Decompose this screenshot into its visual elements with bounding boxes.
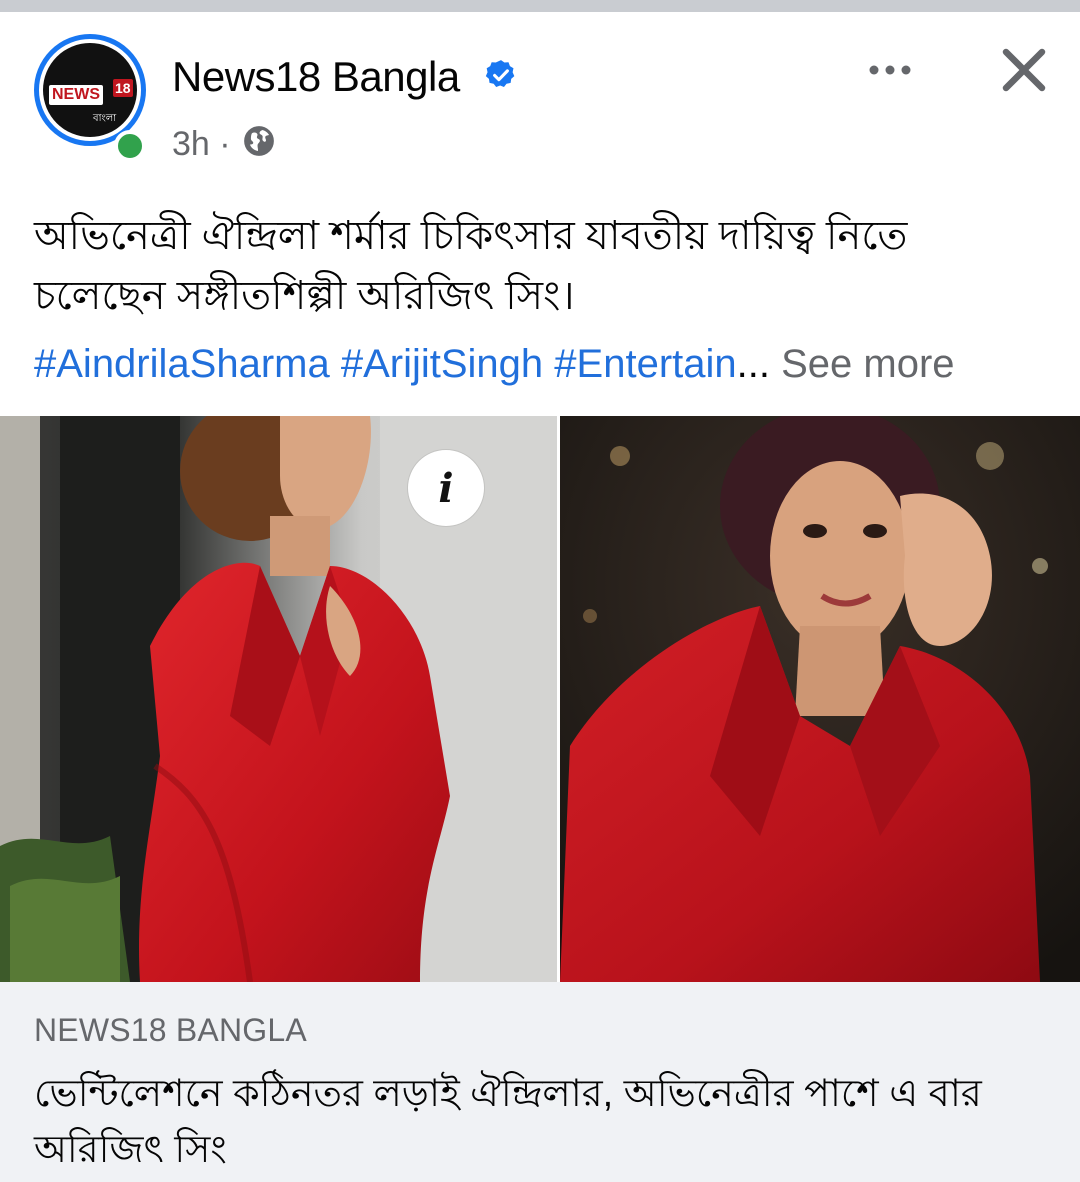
globe-icon[interactable] [242,124,276,158]
page-name[interactable]: News18 Bangla [172,52,460,102]
verified-badge-icon [485,60,515,88]
link-title[interactable]: ভেন্টিলেশনে কঠিনতর লড়াই ঐন্দ্রিলার, অভি… [34,1066,1044,1178]
hashtag-link[interactable]: #AindrilaSharma [34,342,330,386]
link-domain: NEWS18 BANGLA [34,1012,307,1048]
truncation-ellipsis: ... [736,342,770,386]
hashtag-link[interactable]: #Entertain [554,342,736,386]
post-time[interactable]: 3h [172,125,210,163]
photo-right[interactable] [560,416,1080,982]
hashtag-link[interactable]: #ArijitSingh [341,342,543,386]
logo-number: 18 [113,79,133,97]
hashtag-line: #AindrilaSharma #ArijitSingh #Entertain.… [34,338,1064,390]
logo-brand-text: NEWS [49,85,103,105]
news18-logo: NEWS 18 বাংলা [43,43,137,137]
meta-separator: · [219,125,231,163]
online-status-dot [114,130,146,162]
feed-separator-bar [0,0,1080,12]
post-meta: 3h · [172,122,231,166]
page-avatar[interactable]: NEWS 18 বাংলা [34,34,150,162]
close-icon[interactable] [996,42,1052,98]
see-more-link[interactable]: See more [781,342,954,386]
post-caption: অভিনেত্রী ঐন্দ্রিলা শর্মার চিকিৎসার যাবত… [34,214,908,318]
post-photos[interactable]: i [0,416,1080,982]
photo-right-image [560,416,1080,982]
logo-sub-text: বাংলা [93,113,117,124]
info-icon[interactable]: i [408,450,484,526]
more-options-icon[interactable] [860,48,920,92]
